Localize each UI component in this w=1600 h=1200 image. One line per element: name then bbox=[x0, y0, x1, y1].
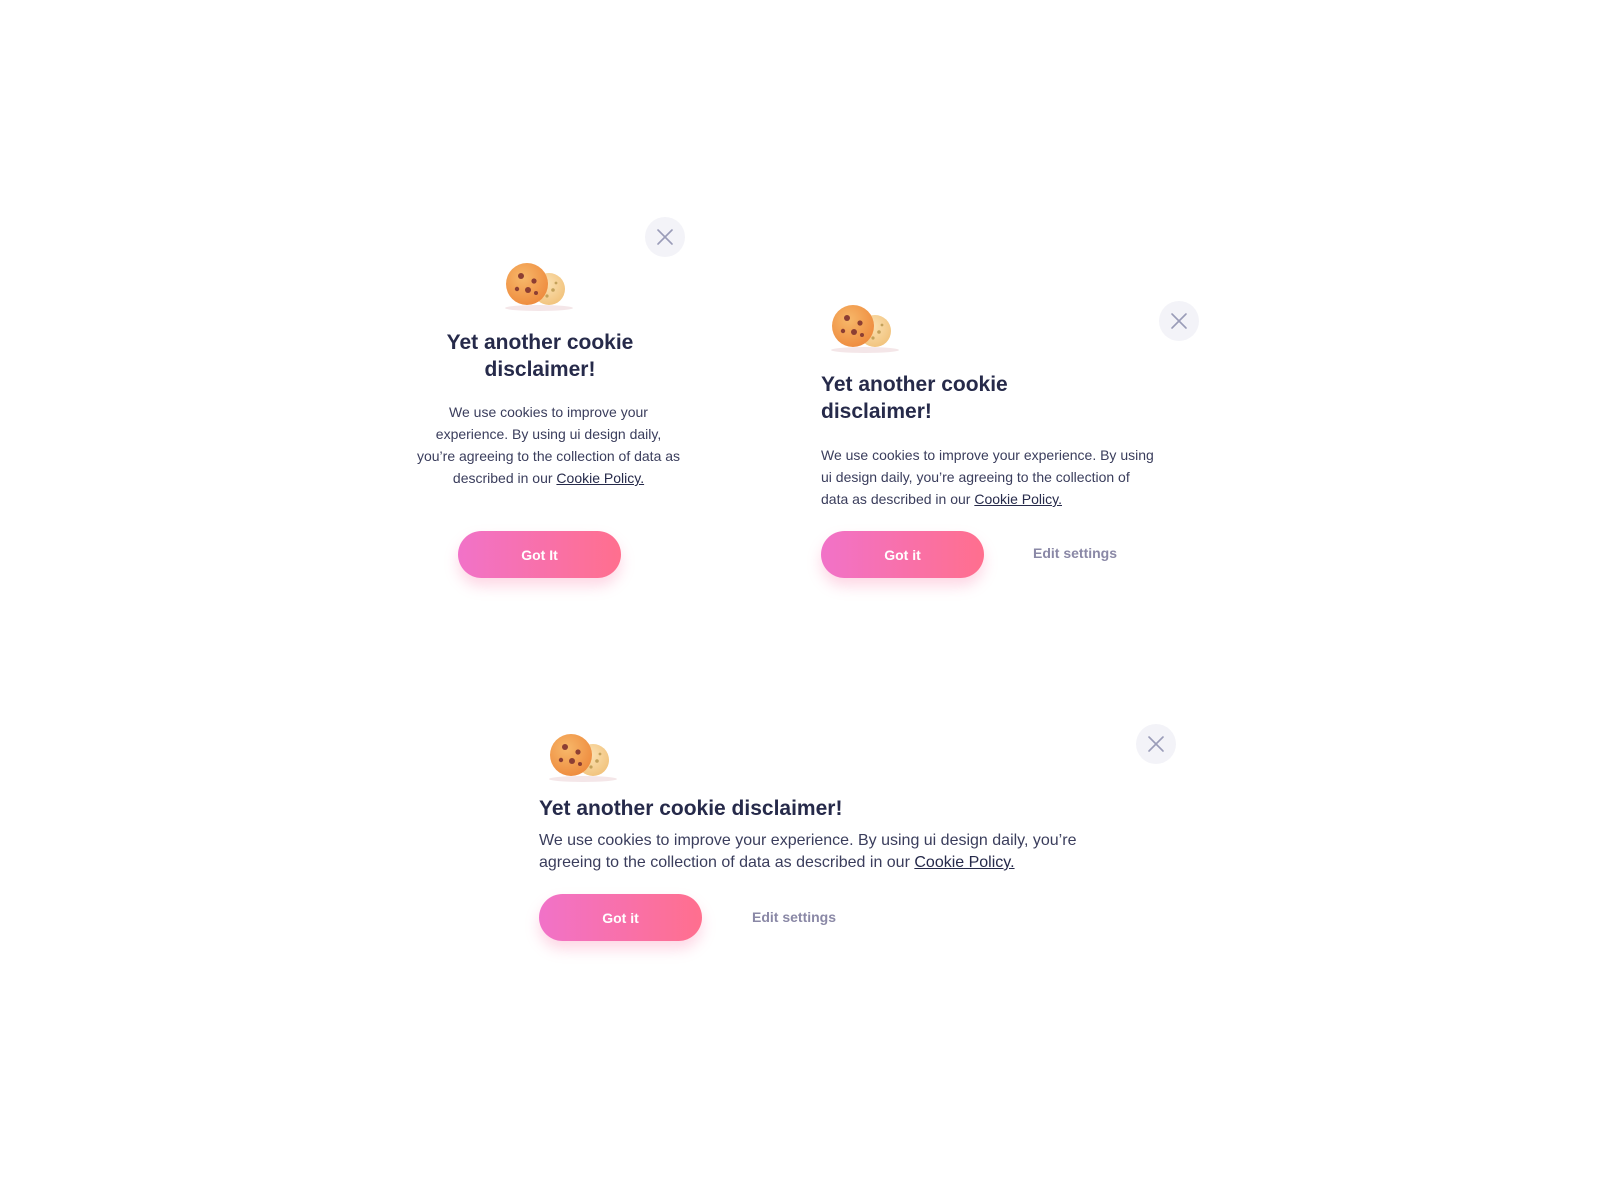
banner-title: Yet another cookie disclaimer! bbox=[539, 797, 843, 820]
edit-settings-button[interactable]: Edit settings bbox=[1033, 545, 1117, 561]
cookie-banner-left: Yet another cookie disclaimer! We use co… bbox=[0, 0, 1600, 600]
close-icon bbox=[1148, 736, 1164, 752]
cookie-policy-link[interactable]: Cookie Policy. bbox=[974, 491, 1062, 507]
cookies-icon bbox=[827, 301, 901, 357]
close-button[interactable] bbox=[1136, 724, 1176, 764]
got-it-button[interactable]: Got it bbox=[821, 531, 984, 578]
cookie-policy-link[interactable]: Cookie Policy. bbox=[914, 854, 1014, 871]
cookies-icon bbox=[545, 730, 619, 786]
banner-title: Yet another cookie disclaimer! bbox=[821, 373, 1008, 423]
banner-description: We use cookies to improve your experienc… bbox=[821, 444, 1156, 510]
got-it-button[interactable]: Got it bbox=[539, 894, 702, 941]
edit-settings-button[interactable]: Edit settings bbox=[752, 909, 836, 925]
banner-description: We use cookies to improve your experienc… bbox=[539, 830, 1099, 874]
close-button[interactable] bbox=[1159, 301, 1199, 341]
close-icon bbox=[1171, 313, 1187, 329]
cookie-banner-wide: Yet another cookie disclaimer! We use co… bbox=[0, 600, 1600, 1200]
